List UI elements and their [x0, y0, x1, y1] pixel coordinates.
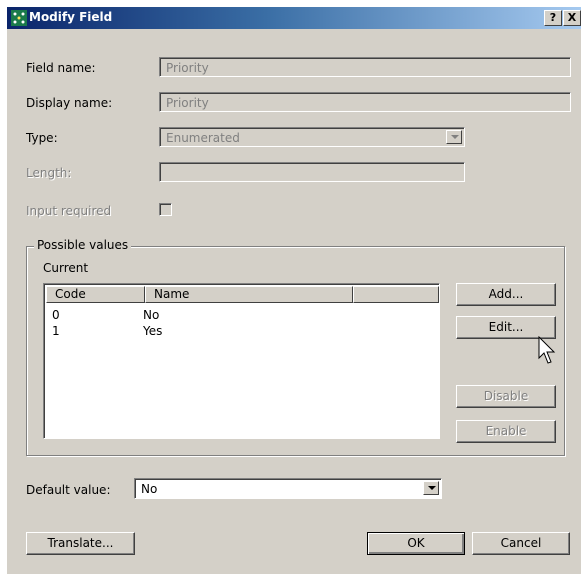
type-select: Enumerated — [159, 127, 465, 147]
help-button[interactable]: ? — [544, 10, 562, 26]
ok-button[interactable]: OK — [367, 532, 465, 555]
mouse-pointer-icon — [538, 336, 556, 364]
chevron-down-icon — [428, 486, 436, 490]
type-dropdown-button — [446, 130, 462, 144]
add-button[interactable]: Add... — [456, 283, 556, 306]
default-value-dropdown-button[interactable] — [423, 481, 439, 495]
type-label: Type: — [26, 131, 58, 145]
length-label: Length: — [26, 166, 72, 180]
field-name-label: Field name: — [26, 61, 96, 75]
list-item[interactable]: 1 Yes — [46, 324, 439, 340]
input-required-label: Input required — [26, 204, 112, 218]
type-value: Enumerated — [166, 131, 240, 145]
display-name-value: Priority — [166, 96, 209, 110]
column-header-code[interactable]: Code — [46, 286, 145, 303]
enable-button: Enable — [456, 420, 556, 443]
display-name-input: Priority — [159, 92, 571, 112]
default-value-text: No — [141, 482, 158, 496]
current-label: Current — [43, 261, 89, 275]
list-item-code: 0 — [52, 308, 60, 322]
cancel-button[interactable]: Cancel — [472, 532, 570, 555]
column-header-extra[interactable] — [353, 286, 439, 303]
values-list[interactable]: Code Name 0 No 1 Yes — [43, 283, 440, 439]
default-value-label: Default value: — [26, 483, 111, 497]
title-bar[interactable]: Modify Field ? X — [7, 7, 581, 29]
length-input — [159, 162, 465, 182]
app-icon — [11, 10, 27, 26]
field-name-input: Priority — [159, 57, 571, 77]
list-item[interactable]: 0 No — [46, 308, 439, 324]
translate-button[interactable]: Translate... — [26, 532, 135, 555]
field-name-value: Priority — [166, 61, 209, 75]
list-header: Code Name — [46, 286, 439, 303]
default-value-select[interactable]: No — [134, 478, 442, 499]
disable-button: Disable — [456, 385, 556, 408]
list-item-name: Yes — [143, 324, 163, 338]
list-item-code: 1 — [52, 324, 60, 338]
input-required-checkbox — [159, 203, 172, 216]
close-button[interactable]: X — [563, 10, 581, 26]
possible-values-title: Possible values — [34, 238, 132, 252]
list-item-name: No — [143, 308, 160, 322]
chevron-down-icon — [451, 135, 459, 139]
window-title: Modify Field — [29, 10, 113, 24]
column-header-name[interactable]: Name — [145, 286, 353, 303]
display-name-label: Display name: — [26, 96, 113, 110]
